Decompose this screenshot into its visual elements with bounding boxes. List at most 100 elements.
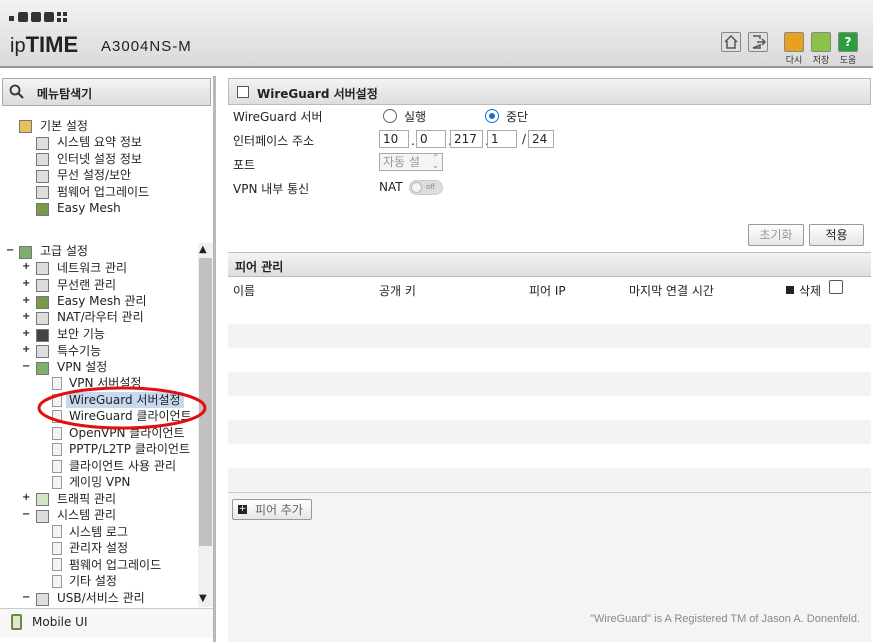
help-icon[interactable]: ? [838, 32, 858, 52]
advanced-settings-icon [19, 246, 32, 259]
collapse-advanced[interactable]: − [6, 245, 14, 256]
lock-icon [36, 329, 49, 342]
select-all-checkbox[interactable] [829, 280, 843, 294]
ip-octet-3[interactable]: 217 [450, 130, 483, 148]
home-icon[interactable] [721, 32, 741, 52]
mobile-ui-label: Mobile UI [32, 615, 88, 629]
apply-button[interactable]: 적용 [809, 224, 864, 246]
header-bar: ipTIME A3004NS-M 다시 저장 ? 도움 [0, 0, 873, 68]
usb-icon [36, 593, 49, 606]
stepper-icon: ⌃ ⌄ [432, 153, 439, 170]
sidebar-item-easymesh[interactable]: Easy Mesh [57, 200, 121, 216]
doc-icon [52, 575, 62, 588]
sidebar-item-wireless[interactable]: 무선 설정/보안 [57, 167, 131, 183]
scroll-up-icon[interactable]: ▲ [199, 244, 207, 255]
nat-icon [36, 312, 49, 325]
mask-slash: / [522, 132, 527, 146]
refresh-icon[interactable] [784, 32, 804, 52]
sidebar-item-sys-firmware[interactable]: 펌웨어 업그레이드 [69, 557, 161, 573]
sidebar-item-pptp[interactable]: PPTP/L2TP 클라이언트 [69, 441, 190, 457]
doc-icon [52, 443, 62, 456]
doc-icon [52, 525, 62, 538]
menu-explorer-title: 메뉴탐색기 [37, 87, 93, 101]
save-icon[interactable] [811, 32, 831, 52]
add-peer-button[interactable]: + 피어 추가 [232, 499, 312, 520]
stop-radio[interactable] [485, 109, 499, 123]
nat-toggle[interactable]: off [409, 180, 443, 195]
sidebar-item-firmware[interactable]: 펌웨어 업그레이드 [57, 184, 149, 200]
refresh-label: 다시 [785, 56, 803, 66]
model-name: A3004NS-M [101, 38, 192, 55]
sidebar-item-usb[interactable]: USB/서비스 관리 [57, 590, 145, 606]
peer-management-title: 피어 관리 [235, 260, 284, 274]
col-name: 이름 [233, 284, 256, 298]
basic-settings-icon [19, 120, 32, 133]
magnifier-icon [9, 84, 24, 99]
main-content: WireGuard 서버설정 WireGuard 서버 실행 중단 인터페이스 … [226, 76, 873, 642]
highlight-annotation [37, 386, 207, 430]
plus-icon: + [238, 504, 247, 514]
expand-network[interactable]: + [22, 261, 30, 272]
collapse-vpn[interactable]: − [22, 361, 30, 372]
sidebar-item-wlan[interactable]: 무선랜 관리 [57, 277, 116, 293]
doc-icon [52, 476, 62, 489]
ip-octet-4[interactable]: 1 [487, 130, 517, 148]
ip-octet-2[interactable]: 0 [416, 130, 446, 148]
port-input[interactable]: 자동 설 ⌃ ⌄ [379, 153, 443, 171]
expand-traffic[interactable]: + [22, 492, 30, 503]
mobile-ui-link[interactable]: Mobile UI [0, 608, 213, 638]
doc-icon [52, 460, 62, 473]
sidebar-item-etc[interactable]: 기타 설정 [69, 573, 117, 589]
system-icon [36, 510, 49, 523]
sidebar-item-system[interactable]: 시스템 관리 [57, 507, 116, 523]
port-value: 자동 설 [383, 155, 420, 169]
sidebar-item-syslog[interactable]: 시스템 로그 [69, 524, 128, 540]
expand-special[interactable]: + [22, 344, 30, 355]
col-delete: 삭제 [799, 284, 822, 298]
logout-icon[interactable] [748, 32, 768, 52]
vpn-icon [36, 362, 49, 375]
expand-easymesh[interactable]: + [22, 295, 30, 306]
sidebar-item-system-summary[interactable]: 시스템 요약 정보 [57, 134, 142, 150]
peer-row [228, 348, 871, 372]
sidebar-item-vpn[interactable]: VPN 설정 [57, 359, 107, 375]
col-public-key: 공개 키 [379, 284, 416, 298]
collapse-usb[interactable]: − [22, 592, 30, 603]
sidebar-item-network[interactable]: 네트워크 관리 [57, 260, 127, 276]
subnet-mask-input[interactable]: 24 [528, 130, 554, 148]
traffic-icon [36, 493, 49, 506]
toggle-text: off [426, 183, 436, 191]
sidebar-item-client-usage[interactable]: 클라이언트 사용 관리 [69, 458, 176, 474]
sidebar-item-gaming-vpn[interactable]: 게이밍 VPN [69, 474, 130, 490]
sidebar-item-admin[interactable]: 관리자 설정 [69, 540, 128, 556]
easymesh-icon [36, 203, 49, 216]
port-label: 포트 [233, 158, 256, 172]
settings-icon [237, 86, 249, 98]
peer-row [228, 324, 871, 348]
network-icon [36, 262, 49, 275]
sidebar-item-nat[interactable]: NAT/라우터 관리 [57, 309, 144, 325]
doc-icon [52, 542, 62, 555]
delete-minus-icon [786, 286, 794, 294]
sidebar-item-security[interactable]: 보안 기능 [57, 326, 105, 342]
sidebar-item-easymesh-admin[interactable]: Easy Mesh 관리 [57, 293, 147, 309]
run-radio[interactable] [383, 109, 397, 123]
sidebar-item-internet-info[interactable]: 인터넷 설정 정보 [57, 151, 142, 167]
sidebar-item-special[interactable]: 특수기능 [57, 343, 101, 359]
vpn-internal-comm-label: VPN 내부 통신 [233, 182, 310, 196]
system-summary-icon [36, 137, 49, 150]
expand-security[interactable]: + [22, 328, 30, 339]
collapse-system[interactable]: − [22, 509, 30, 520]
wlan-icon [36, 279, 49, 292]
scroll-down-icon[interactable]: ▼ [199, 593, 207, 604]
col-peer-ip: 피어 IP [529, 284, 566, 298]
ip-octet-1[interactable]: 10 [379, 130, 409, 148]
peer-row [228, 420, 871, 444]
sidebar-basic-settings[interactable]: 기본 설정 [40, 118, 88, 134]
sidebar-item-traffic[interactable]: 트래픽 관리 [57, 491, 116, 507]
expand-nat[interactable]: + [22, 311, 30, 322]
ip-dot: . [411, 134, 415, 148]
reset-button[interactable]: 초기화 [748, 224, 804, 246]
sidebar-advanced-settings[interactable]: 고급 설정 [40, 243, 88, 259]
expand-wlan[interactable]: + [22, 278, 30, 289]
